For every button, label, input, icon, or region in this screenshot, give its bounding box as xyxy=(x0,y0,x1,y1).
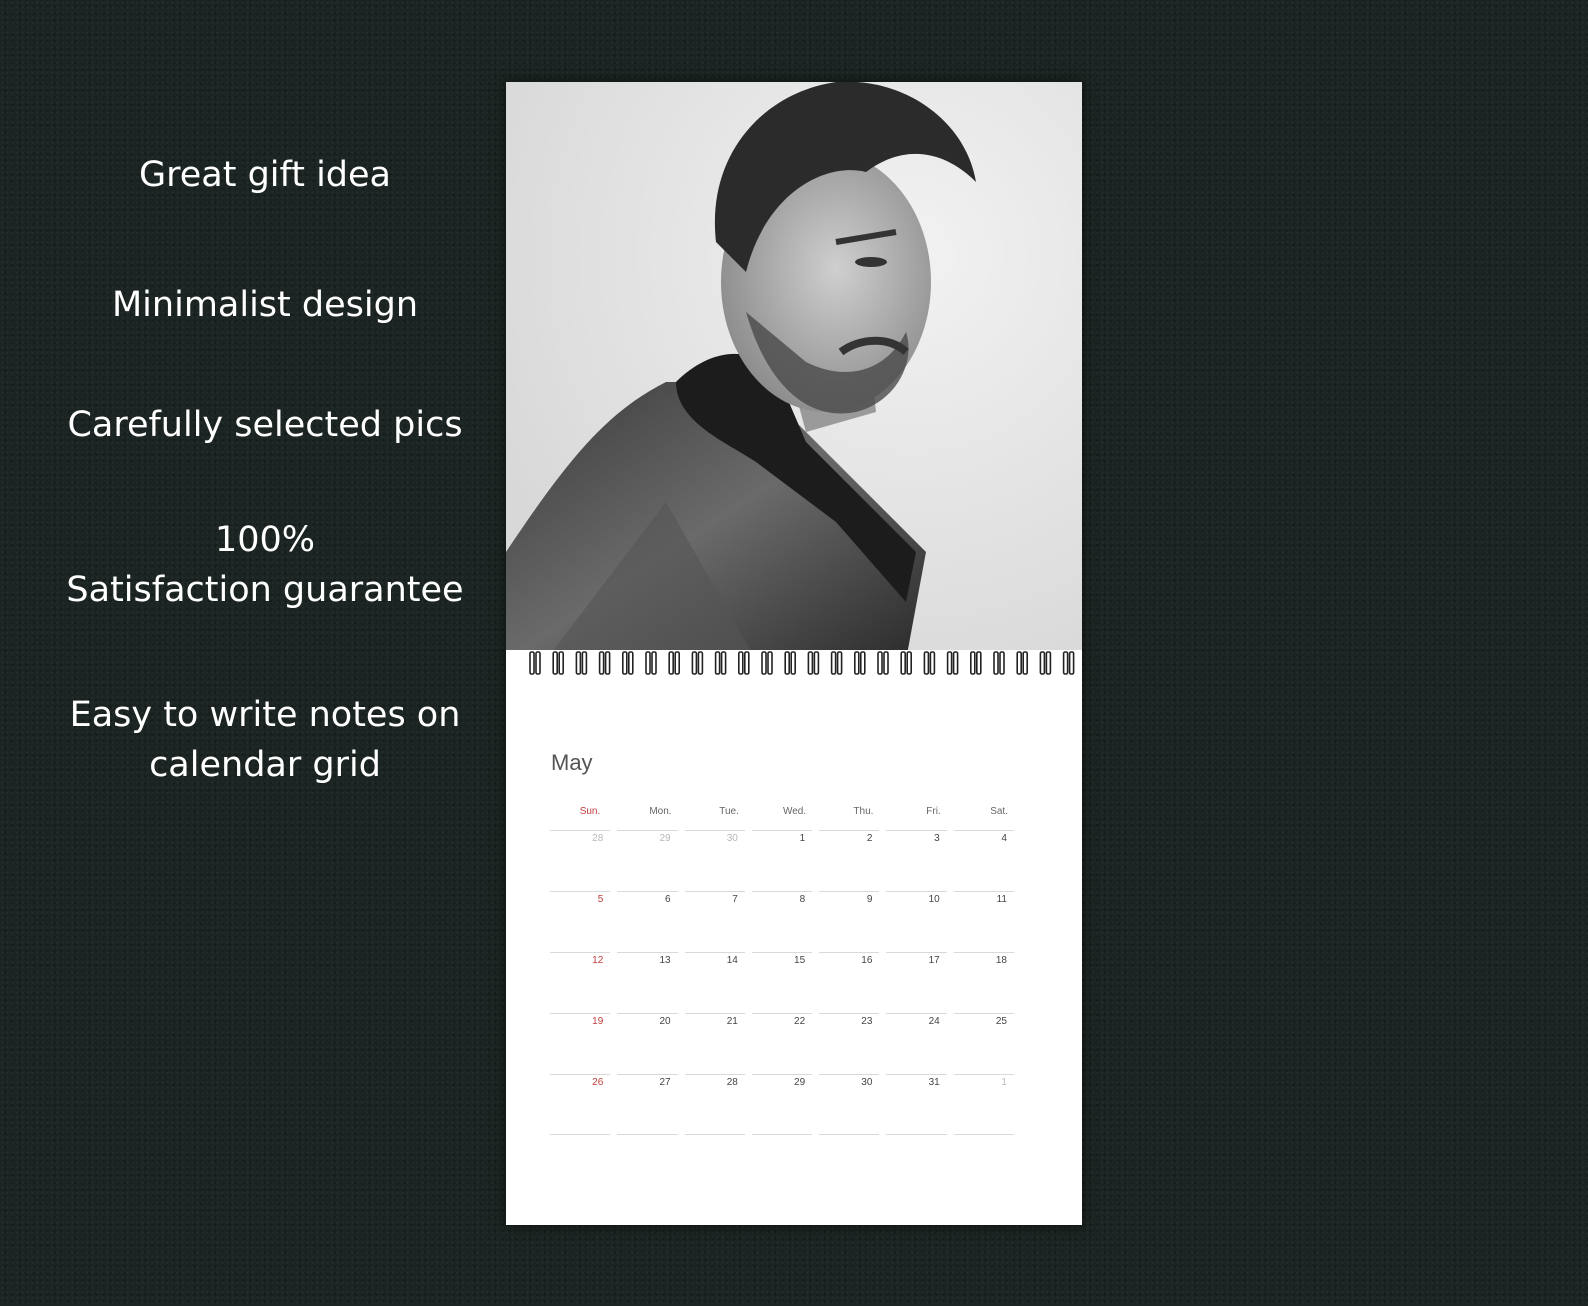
feature-gift: Great gift idea xyxy=(40,150,490,200)
day-cell[interactable]: 11 xyxy=(953,891,1014,952)
day-cell[interactable]: 24 xyxy=(886,1013,947,1074)
day-cell[interactable]: 5 xyxy=(550,891,611,952)
weekday-header: Sun. xyxy=(579,806,601,817)
weekday-header: Mon. xyxy=(649,806,672,817)
day-cell[interactable]: 9 xyxy=(819,891,880,952)
portrait-photo xyxy=(506,82,1082,660)
weekday-header: Fri. xyxy=(926,806,941,817)
day-cell[interactable]: 1 xyxy=(751,830,813,891)
day-cell[interactable]: 23 xyxy=(819,1013,880,1074)
day-cell[interactable]: 25 xyxy=(953,1013,1014,1074)
day-cell[interactable]: 26 xyxy=(550,1074,611,1135)
feature-pics: Carefully selected pics xyxy=(40,400,490,450)
day-cell[interactable]: 15 xyxy=(751,952,813,1013)
wall-calendar: May Sun. Mon. Tue. Wed. Thu. Fri. Sat. 28 29 30 1 2… xyxy=(506,82,1082,1225)
feature-satisfaction-line1: 100% xyxy=(214,520,316,560)
feature-notes: Easy to write notes on calendar grid xyxy=(40,690,490,790)
feature-notes-line2: calendar grid xyxy=(149,745,381,785)
day-cell[interactable]: 30 xyxy=(684,830,745,891)
weekday-header: Tue. xyxy=(719,806,739,817)
day-cell[interactable]: 28 xyxy=(550,830,611,891)
day-cell[interactable]: 1 xyxy=(953,1074,1014,1135)
feature-satisfaction: 100% Satisfaction guarantee xyxy=(40,515,490,615)
day-cell[interactable]: 12 xyxy=(550,952,611,1013)
weekday-header: Wed. xyxy=(782,806,807,817)
day-cell[interactable]: 3 xyxy=(886,830,947,891)
day-cell[interactable]: 29 xyxy=(751,1074,813,1135)
weekday-header: Thu. xyxy=(853,806,874,817)
feature-satisfaction-line2: Satisfaction guarantee xyxy=(66,570,464,610)
day-cell[interactable]: 22 xyxy=(751,1013,813,1074)
day-cell[interactable]: 20 xyxy=(617,1013,678,1074)
day-cell[interactable]: 21 xyxy=(684,1013,745,1074)
day-cell[interactable]: 13 xyxy=(617,952,678,1013)
day-cell[interactable]: 27 xyxy=(617,1074,678,1135)
day-cell[interactable]: 28 xyxy=(684,1074,745,1135)
day-cell[interactable]: 14 xyxy=(684,952,745,1013)
day-cell[interactable]: 4 xyxy=(953,830,1014,891)
calendar-grid: Sun. Mon. Tue. Wed. Thu. Fri. Sat. 28 29 30 1 2 3 4 5 6… xyxy=(550,804,1014,1135)
weekday-header: Sat. xyxy=(990,806,1008,817)
day-cell[interactable]: 10 xyxy=(886,891,947,952)
day-cell[interactable]: 30 xyxy=(819,1074,880,1135)
day-cell[interactable]: 18 xyxy=(953,952,1014,1013)
feature-pics-text: Carefully selected pics xyxy=(67,405,463,445)
feature-design: Minimalist design xyxy=(40,280,490,330)
day-cell[interactable]: 8 xyxy=(751,891,813,952)
feature-notes-line1: Easy to write notes on xyxy=(69,695,461,735)
feature-design-text: Minimalist design xyxy=(111,285,418,325)
day-cell[interactable]: 6 xyxy=(617,891,678,952)
day-cell[interactable]: 31 xyxy=(886,1074,947,1135)
month-title: May xyxy=(551,750,593,775)
day-cell[interactable]: 29 xyxy=(617,830,678,891)
day-cell[interactable]: 2 xyxy=(819,830,880,891)
day-cell[interactable]: 17 xyxy=(886,952,947,1013)
day-cell[interactable]: 19 xyxy=(550,1013,611,1074)
feature-gift-text: Great gift idea xyxy=(139,155,391,195)
spiral-binding xyxy=(506,650,1082,678)
portrait-illustration xyxy=(506,82,1082,660)
day-cell[interactable]: 16 xyxy=(819,952,880,1013)
day-cell[interactable]: 7 xyxy=(684,891,745,952)
